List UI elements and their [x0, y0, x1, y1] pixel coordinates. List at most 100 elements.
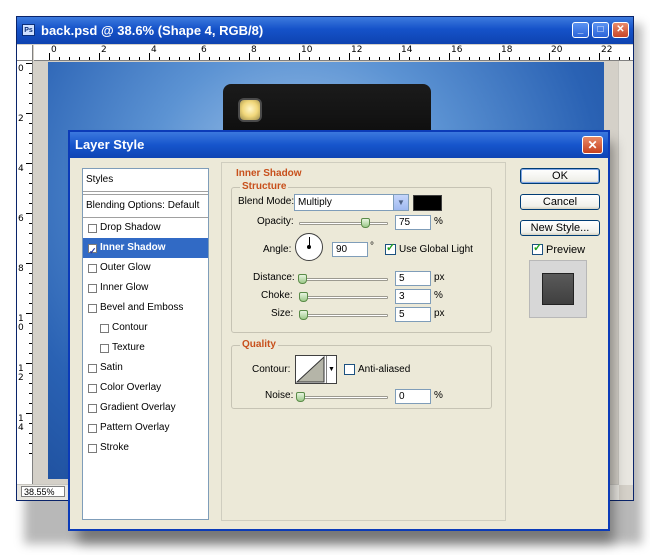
- ruler-origin[interactable]: [17, 45, 33, 61]
- ruler-label: 6: [201, 45, 207, 55]
- photoshop-icon: Ps: [22, 24, 35, 36]
- noise-input[interactable]: 0: [395, 389, 431, 404]
- vertical-scrollbar[interactable]: [618, 61, 633, 485]
- style-item-bevel-and-emboss[interactable]: Bevel and Emboss: [83, 298, 208, 318]
- ruler-minor-tick: [29, 123, 32, 124]
- ruler-minor-tick: [239, 57, 240, 60]
- angle-input[interactable]: 90: [332, 242, 368, 257]
- choke-unit: %: [434, 290, 443, 301]
- dialog-titlebar[interactable]: Layer Style ✕: [70, 132, 608, 158]
- choke-input[interactable]: 3: [395, 289, 431, 304]
- dialog-close-button[interactable]: ✕: [582, 136, 603, 154]
- style-item-pattern-overlay[interactable]: Pattern Overlay: [83, 418, 208, 438]
- style-item-satin[interactable]: Satin: [83, 358, 208, 378]
- size-input[interactable]: 5: [395, 307, 431, 322]
- ruler-label: 1 4: [18, 414, 24, 433]
- noise-label: Noise:: [265, 390, 294, 401]
- ruler-minor-tick: [29, 333, 32, 334]
- style-item-checkbox[interactable]: [88, 423, 97, 433]
- choke-slider-thumb[interactable]: [298, 292, 308, 302]
- style-item-checkbox[interactable]: [88, 403, 97, 413]
- opacity-input[interactable]: 75: [395, 215, 431, 230]
- style-item-checkbox[interactable]: [88, 241, 97, 261]
- choke-label: Choke:: [261, 290, 293, 301]
- ruler-minor-tick: [29, 423, 32, 424]
- document-titlebar[interactable]: Ps back.psd @ 38.6% (Shape 4, RGB/8) _ □…: [17, 17, 633, 44]
- ruler-minor-tick: [29, 103, 32, 104]
- style-item-color-overlay[interactable]: Color Overlay: [83, 378, 208, 398]
- ruler-tick: [149, 53, 150, 60]
- size-unit: px: [434, 308, 445, 319]
- style-item-label: Inner Glow: [100, 282, 149, 293]
- ruler-minor-tick: [29, 83, 32, 84]
- style-item-stroke[interactable]: Stroke: [83, 438, 208, 458]
- angle-dial[interactable]: [295, 233, 323, 261]
- shadow-color-swatch[interactable]: [413, 195, 442, 211]
- ruler-minor-tick: [29, 233, 32, 234]
- ruler-label: 16: [451, 45, 463, 55]
- contour-picker[interactable]: ▼: [295, 355, 337, 384]
- style-item-inner-shadow[interactable]: Inner Shadow: [83, 238, 208, 261]
- knob-graphic: [238, 98, 262, 122]
- style-item-checkbox[interactable]: [100, 323, 109, 333]
- style-item-label: Texture: [112, 342, 145, 353]
- style-item-texture[interactable]: Texture: [83, 338, 208, 358]
- style-item-checkbox[interactable]: [88, 443, 97, 453]
- distance-slider-thumb[interactable]: [297, 274, 307, 284]
- minimize-button[interactable]: _: [572, 22, 589, 38]
- ruler-minor-tick: [469, 57, 470, 60]
- contour-label: Contour:: [252, 364, 291, 375]
- style-item-checkbox[interactable]: [88, 223, 97, 233]
- ok-button[interactable]: OK: [520, 168, 600, 184]
- blend-mode-select[interactable]: Multiply ▼: [294, 194, 409, 211]
- distance-slider[interactable]: [297, 274, 388, 284]
- ruler-tick: [26, 263, 32, 264]
- style-item-checkbox[interactable]: [100, 343, 109, 353]
- zoom-level[interactable]: 38.55%: [21, 486, 65, 497]
- ruler-minor-tick: [169, 57, 170, 60]
- preview-checkbox[interactable]: [532, 241, 543, 255]
- close-document-button[interactable]: ✕: [612, 22, 629, 38]
- style-item-checkbox[interactable]: [88, 383, 97, 393]
- style-item-label: Bevel and Emboss: [100, 302, 184, 313]
- style-item-label: Outer Glow: [100, 262, 151, 273]
- noise-slider[interactable]: [296, 392, 388, 402]
- style-item-contour[interactable]: Contour: [83, 318, 208, 338]
- blending-options-item[interactable]: Blending Options: Default: [83, 194, 208, 218]
- anti-aliased-checkbox[interactable]: [344, 364, 355, 375]
- opacity-slider-thumb[interactable]: [361, 218, 371, 228]
- ruler-minor-tick: [259, 57, 260, 60]
- styles-item[interactable]: Styles: [83, 169, 208, 192]
- size-slider[interactable]: [298, 310, 388, 320]
- ruler-label: 14: [401, 45, 413, 55]
- style-item-drop-shadow[interactable]: Drop Shadow: [83, 218, 208, 238]
- opacity-unit: %: [434, 216, 443, 227]
- style-item-checkbox[interactable]: [88, 363, 97, 373]
- chevron-down-icon[interactable]: ▼: [326, 356, 336, 383]
- chevron-down-icon[interactable]: ▼: [393, 195, 408, 210]
- ruler-label: 2: [18, 114, 24, 124]
- style-item-outer-glow[interactable]: Outer Glow: [83, 258, 208, 278]
- use-global-light-checkbox[interactable]: [385, 241, 396, 255]
- ruler-minor-tick: [29, 283, 32, 284]
- vertical-ruler[interactable]: 0 2 4 6 8 1 0 1 2 1 4: [17, 61, 33, 485]
- dialog-title: Layer Style: [75, 137, 145, 152]
- ruler-minor-tick: [29, 343, 32, 344]
- horizontal-ruler[interactable]: 0 2 4 6 8 10 12 14 16 18 20 22: [34, 45, 633, 61]
- style-item-checkbox[interactable]: [88, 303, 97, 313]
- style-item-gradient-overlay[interactable]: Gradient Overlay: [83, 398, 208, 418]
- noise-slider-thumb[interactable]: [296, 392, 305, 402]
- style-item-inner-glow[interactable]: Inner Glow: [83, 278, 208, 298]
- opacity-slider[interactable]: [299, 218, 388, 228]
- distance-input[interactable]: 5: [395, 271, 431, 286]
- style-item-checkbox[interactable]: [88, 283, 97, 293]
- style-item-checkbox[interactable]: [88, 263, 97, 273]
- ruler-minor-tick: [489, 57, 490, 60]
- ruler-minor-tick: [159, 57, 160, 60]
- choke-slider[interactable]: [298, 292, 388, 302]
- cancel-button[interactable]: Cancel: [520, 194, 600, 210]
- maximize-button[interactable]: □: [592, 22, 609, 38]
- size-slider-thumb[interactable]: [298, 310, 308, 320]
- ruler-minor-tick: [589, 57, 590, 60]
- new-style-button[interactable]: New Style...: [520, 220, 600, 236]
